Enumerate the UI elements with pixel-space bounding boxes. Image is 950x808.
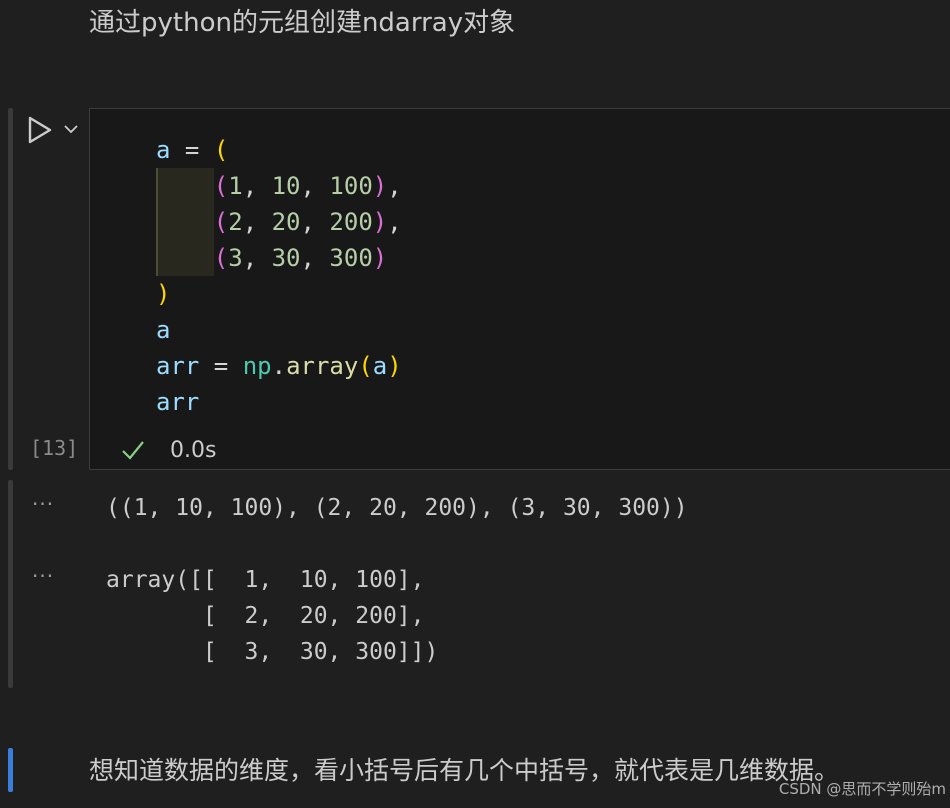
code-token: ( [213,136,229,164]
output-gutter-bar[interactable] [8,480,13,688]
output-tuple: ((1, 10, 100), (2, 20, 200), (3, 30, 300… [106,495,688,521]
code-line[interactable]: a = ( [156,132,402,168]
code-line[interactable]: a [156,312,402,348]
markdown-heading-top: 通过python的元组创建ndarray对象 [89,8,516,38]
code-token: , [300,244,330,272]
code-token: = [199,352,243,380]
code-line[interactable]: arr [156,384,402,420]
cell-gutter-bar[interactable] [8,108,13,470]
code-line[interactable]: (1, 10, 100), [156,168,402,204]
code-token: ( [213,244,229,272]
code-token: . [271,352,287,380]
code-token: 3 [228,244,243,272]
code-token: ) [372,208,388,236]
markdown-text-bottom: 想知道数据的维度，看小括号后有几个中括号，就代表是几维数据。 [89,756,840,785]
code-token: 2 [228,208,243,236]
output-array: array([[ 1, 10, 100], [ 2, 20, 200], [ 3… [106,567,439,665]
chevron-down-icon[interactable] [62,120,80,138]
check-icon [122,441,144,460]
code-token: , [242,244,272,272]
code-line[interactable]: (3, 30, 300) [156,240,402,276]
code-token: ( [213,172,229,200]
execution-status: 0.0s [120,434,216,466]
code-token: , [300,208,330,236]
code-token: ) [156,280,171,308]
code-token: 300 [329,244,373,272]
markdown-focus-bar[interactable] [8,748,13,792]
code-token: ) [372,172,388,200]
code-token: 1 [228,172,243,200]
code-token: array [286,352,359,380]
code-token: , [242,172,272,200]
code-token: ) [387,352,402,380]
execution-time: 0.0s [170,437,217,463]
code-line[interactable]: arr = np.array(a) [156,348,402,384]
code-token: 20 [271,208,301,236]
code-token: a [156,136,171,164]
code-token: ( [213,208,229,236]
execution-count: [13] [30,436,79,460]
code-token: 10 [271,172,301,200]
code-token: = [170,136,214,164]
code-token: arr [156,352,200,380]
code-line[interactable]: ) [156,276,402,312]
code-token: , [387,208,402,236]
code-token: 30 [271,244,301,272]
code-token: a [372,352,388,380]
code-token: 100 [329,172,373,200]
output-menu-button[interactable]: ··· [32,564,54,588]
code-token: , [242,208,272,236]
watermark: CSDN @思而不学则殆m [778,780,946,798]
code-token: ) [372,244,388,272]
code-token: ( [358,352,373,380]
code-token: , [387,172,402,200]
code-token: np [242,352,272,380]
code-token: 200 [329,208,373,236]
code-block[interactable]: a = ( (1, 10, 100), (2, 20, 200), (3, 30… [156,132,402,420]
code-token: arr [156,388,200,416]
code-token: , [300,172,330,200]
code-line[interactable]: (2, 20, 200), [156,204,402,240]
run-icon[interactable] [27,116,53,144]
output-menu-button[interactable]: ··· [32,492,54,516]
code-token: a [156,316,171,344]
